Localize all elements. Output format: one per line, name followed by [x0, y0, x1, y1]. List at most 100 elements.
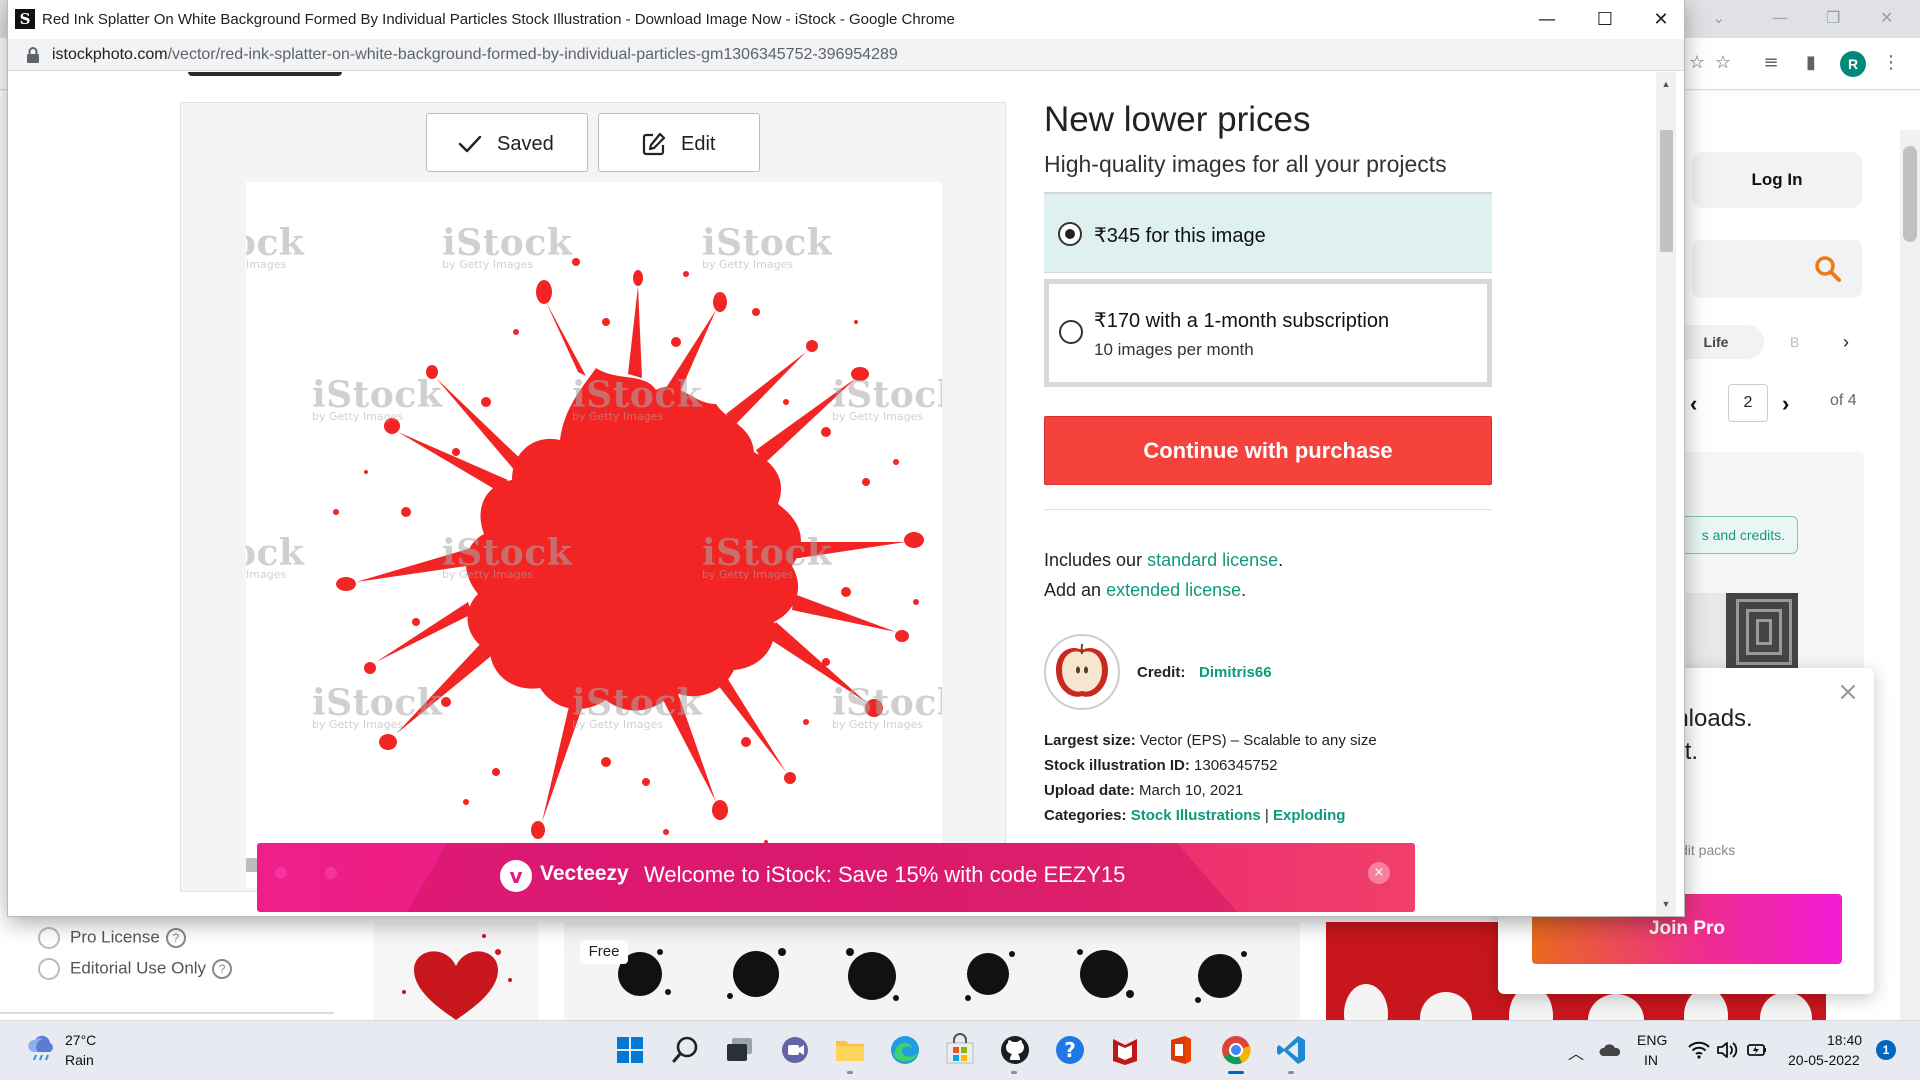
help-icon[interactable]: ? [165, 928, 186, 948]
continue-purchase-button[interactable]: Continue with purchase [1044, 416, 1492, 485]
svg-text:?: ? [1064, 1038, 1076, 1062]
category-link-stock-illustrations[interactable]: Stock Illustrations [1131, 807, 1261, 824]
subscription-radio[interactable] [1059, 320, 1083, 344]
file-explorer-icon[interactable] [833, 1033, 867, 1067]
clock-time[interactable]: 18:40 [1827, 1032, 1862, 1048]
category-link-exploding[interactable]: Exploding [1273, 807, 1346, 824]
clock-date[interactable]: 20-05-2022 [1788, 1052, 1860, 1068]
teams-chat-icon[interactable] [778, 1033, 812, 1067]
reading-list-icon[interactable]: ≡ [1760, 52, 1782, 74]
running-indicator [1011, 1071, 1017, 1074]
pro-license-radio[interactable] [38, 927, 60, 949]
price-option-single[interactable]: ₹345 for this image [1044, 192, 1492, 273]
side-thumbnail[interactable] [1686, 593, 1798, 671]
weather-condition[interactable]: Rain [65, 1052, 94, 1068]
detail-largest-size: Largest size: Vector (EPS) – Scalable to… [1044, 732, 1377, 749]
language-region[interactable]: IN [1644, 1052, 1658, 1068]
profile-avatar[interactable]: R [1840, 51, 1866, 77]
scroll-up-icon[interactable]: ▲ [1660, 78, 1672, 90]
price-option-subscription[interactable]: ₹170 with a 1-month subscription 10 imag… [1044, 279, 1492, 387]
extended-license-link[interactable]: extended license [1106, 580, 1241, 600]
bookmark-icon[interactable]: ☆ [1686, 52, 1708, 74]
edit-button[interactable]: Edit [598, 113, 760, 172]
standard-license-link[interactable]: standard license [1147, 550, 1278, 570]
detail-value: March 10, 2021 [1134, 782, 1244, 799]
mcafee-icon[interactable] [1108, 1033, 1142, 1067]
volume-icon[interactable] [1716, 1040, 1738, 1060]
search-icon[interactable] [669, 1033, 703, 1067]
url-text[interactable]: istockphoto.com/vector/red-ink-splatter-… [52, 46, 898, 64]
vecteezy-promo-banner[interactable]: v Vecteezy Welcome to iStock: Save 15% w… [257, 843, 1415, 912]
istock-favicon-icon: S [15, 9, 35, 29]
running-indicator [1288, 1071, 1294, 1074]
edge-browser-icon[interactable] [888, 1033, 922, 1067]
single-image-radio[interactable] [1058, 222, 1082, 246]
onedrive-cloud-icon[interactable] [1598, 1040, 1622, 1060]
watermark-subtext: by Getty Images [442, 258, 534, 271]
page-scroll-thumb[interactable] [1660, 130, 1673, 252]
help-icon[interactable]: ? [212, 959, 233, 979]
background-scrollbar[interactable] [1900, 130, 1920, 1020]
more-menu-icon[interactable]: ⋮ [1880, 52, 1902, 74]
wifi-icon[interactable] [1688, 1040, 1710, 1060]
check-icon [458, 135, 482, 153]
windows-start-icon[interactable] [613, 1033, 647, 1067]
login-button[interactable]: Log In [1692, 152, 1862, 208]
chevron-down-icon[interactable]: ⌄ [1712, 8, 1725, 27]
contributor-avatar[interactable] [1044, 634, 1120, 710]
task-view-icon[interactable] [723, 1033, 757, 1067]
weather-temperature[interactable]: 27°C [65, 1032, 96, 1048]
credits-pill[interactable]: s and credits. [1668, 516, 1798, 554]
office-icon[interactable] [1163, 1033, 1197, 1067]
preview-image[interactable]: ock Images iStock by Getty Images iStock… [246, 182, 942, 888]
battery-charging-icon[interactable] [1746, 1040, 1768, 1060]
watermark-subtext: by Getty Images [832, 718, 924, 731]
github-icon[interactable] [998, 1033, 1032, 1067]
language-indicator[interactable]: ENG [1637, 1032, 1667, 1048]
background-scroll-thumb[interactable] [1903, 146, 1917, 242]
license-line: Includes our standard license. [1044, 550, 1283, 571]
notification-badge[interactable]: 1 [1876, 1040, 1896, 1060]
detail-categories: Categories: Stock Illustrations | Explod… [1044, 807, 1345, 824]
close-icon[interactable]: ✕ [1638, 6, 1684, 34]
lock-icon [27, 47, 39, 63]
page-number-input[interactable]: 2 [1728, 384, 1768, 422]
tray-overflow-icon[interactable]: ︿ [1568, 1040, 1584, 1064]
weather-rain-icon[interactable] [26, 1034, 56, 1062]
maximize-icon[interactable]: ☐ [1582, 6, 1628, 34]
side-panel-icon[interactable]: ▮ [1800, 52, 1822, 74]
contributor-link[interactable]: Dimitris66 [1199, 664, 1272, 681]
partial-button-above[interactable] [188, 72, 342, 76]
minimize-icon[interactable]: — [1772, 8, 1788, 27]
star-icon[interactable]: ☆ [1712, 52, 1734, 74]
saved-button[interactable]: Saved [426, 113, 588, 172]
minimize-icon[interactable]: — [1524, 6, 1570, 34]
banner-close-icon[interactable]: × [1368, 862, 1390, 884]
editorial-radio[interactable] [38, 958, 60, 980]
chrome-icon[interactable] [1219, 1033, 1253, 1067]
scroll-down-icon[interactable]: ▼ [1660, 898, 1672, 910]
pro-license-label: Pro License [70, 927, 160, 947]
divider [1044, 509, 1492, 510]
close-icon[interactable]: × [1836, 679, 1860, 705]
detail-value: 1306345752 [1189, 757, 1278, 774]
result-thumbnail-splats[interactable] [564, 922, 1300, 1020]
page-prev-icon[interactable]: ‹ [1690, 388, 1714, 420]
watermark-subtext: by Getty Images [572, 410, 664, 423]
free-tag: Free [580, 940, 628, 964]
filter-pro-license[interactable]: Pro License? [38, 927, 186, 949]
vscode-icon[interactable] [1274, 1033, 1308, 1067]
restore-icon[interactable]: ❐ [1826, 8, 1840, 27]
watermark-subtext: by Getty Images [572, 718, 664, 731]
filter-editorial-only[interactable]: Editorial Use Only? [38, 958, 233, 980]
close-icon[interactable]: ✕ [1880, 8, 1893, 27]
help-icon[interactable]: ? [1053, 1033, 1087, 1067]
store-icon[interactable] [943, 1033, 977, 1067]
page-next-icon[interactable]: › [1782, 388, 1806, 420]
result-thumbnail-heart[interactable] [374, 922, 538, 1020]
search-icon[interactable] [1814, 255, 1842, 283]
filter-chip-partial[interactable]: B [1790, 325, 1830, 359]
editorial-label: Editorial Use Only [70, 958, 207, 978]
chevron-right-icon[interactable]: › [1836, 325, 1856, 359]
window-titlebar: S Red Ink Splatter On White Background F… [8, 0, 1684, 39]
